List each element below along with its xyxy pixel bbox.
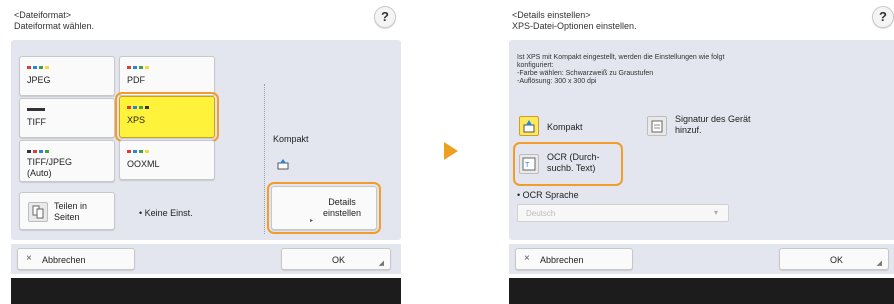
close-icon: × [524, 253, 530, 264]
chevron-right-icon: ▸ [310, 218, 314, 224]
screen-title: <Dateiformat> [14, 10, 72, 20]
details-settings-button[interactable]: Details einstellen ▸ [271, 186, 377, 230]
ocr-toggle[interactable]: T OCR (Durch-suchb. Text) [517, 146, 619, 182]
screen-title: <Details einstellen> [512, 10, 591, 20]
cancel-button[interactable]: × Abbrechen [17, 248, 135, 270]
split-pages-label: Teilen in Seiten [54, 201, 88, 222]
bottom-bar: × Abbrechen OK ◢ [509, 244, 894, 274]
ocr-language-select[interactable]: Deutsch ▾ [517, 204, 729, 222]
resize-corner-icon: ◢ [378, 260, 384, 267]
info-text: Ist XPS mit Kompakt eingestellt, werden … [517, 54, 724, 86]
format-label: TIFF [27, 117, 46, 127]
compact-toggle[interactable]: Kompakt [517, 114, 627, 138]
next-arrow-icon [444, 142, 458, 160]
cancel-label: Abbrechen [540, 255, 584, 265]
status-bar [509, 278, 894, 304]
screen-subtitle: Dateiformat wählen. [14, 21, 95, 31]
split-icon [28, 202, 48, 222]
format-label: TIFF/JPEG (Auto) [27, 157, 72, 178]
signature-toggle[interactable]: Signatur des Gerät hinzuf. [645, 110, 775, 140]
cancel-button[interactable]: × Abbrechen [515, 248, 633, 270]
info-line: Ist XPS mit Kompakt eingestellt, werden … [517, 54, 725, 61]
chevron-down-icon: ▾ [713, 208, 718, 217]
screen-subtitle: XPS-Datei-Optionen einstellen. [512, 21, 637, 31]
resize-corner-icon: ◢ [876, 260, 882, 267]
help-icon[interactable]: ? [872, 6, 894, 28]
cancel-label: Abbrechen [42, 255, 86, 265]
screen-header: <Dateiformat> Dateiformat wählen. [14, 10, 94, 32]
dateiformat-screen: <Dateiformat> Dateiformat wählen. ? JPEG… [8, 0, 404, 304]
divider [264, 84, 265, 234]
format-pdf-button[interactable]: PDF [119, 56, 215, 96]
mono-bar-icon [27, 108, 45, 111]
ocr-language-label: • OCR Sprache [517, 190, 579, 200]
details-screen: <Details einstellen> XPS-Datei-Optionen … [506, 0, 894, 304]
ocr-icon: T [519, 154, 539, 174]
split-pages-value: • Keine Einst. [139, 208, 193, 218]
info-line: -Farbe wählen: Schwarzweiß zu Graustufen [517, 70, 654, 77]
color-dots-icon [127, 66, 149, 69]
format-ooxml-button[interactable]: OOXML [119, 140, 215, 180]
ok-label: OK [830, 255, 844, 265]
ocr-language-value: Deutsch [526, 209, 556, 218]
format-tiff-button[interactable]: TIFF [19, 98, 115, 138]
compact-label: Kompakt [273, 134, 309, 144]
format-label: XPS [127, 115, 146, 125]
details-settings-label: Details einstellen [322, 197, 362, 218]
format-label: PDF [127, 75, 145, 85]
signature-label: Signatur des Gerät hinzuf. [675, 114, 751, 135]
screen-header: <Details einstellen> XPS-Datei-Optionen … [512, 10, 637, 32]
format-label: JPEG [27, 75, 51, 85]
format-jpeg-button[interactable]: JPEG [19, 56, 115, 96]
compact-icon [277, 158, 289, 170]
format-tiff-jpeg-button[interactable]: TIFF/JPEG (Auto) [19, 140, 115, 182]
compact-label: Kompakt [547, 122, 583, 132]
color-dots-icon [27, 150, 49, 153]
format-label: OOXML [127, 159, 160, 169]
ocr-label: OCR (Durch-suchb. Text) [547, 152, 600, 173]
color-dots-icon [127, 150, 149, 153]
help-icon[interactable]: ? [374, 6, 396, 28]
ok-button[interactable]: OK ◢ [779, 248, 889, 270]
status-bar [11, 278, 401, 304]
format-xps-button[interactable]: XPS [119, 96, 215, 138]
color-dots-icon [27, 66, 49, 69]
color-dots-icon [127, 106, 149, 109]
xps-options-area: Ist XPS mit Kompakt eingestellt, werden … [509, 40, 894, 240]
ok-button[interactable]: OK ◢ [281, 248, 391, 270]
info-line: konfiguriert: [517, 62, 554, 69]
close-icon: × [26, 253, 32, 264]
signature-icon [647, 116, 667, 136]
svg-text:T: T [525, 162, 530, 169]
ok-label: OK [332, 255, 346, 265]
info-line: -Auflösung: 300 x 300 dpi [517, 78, 597, 85]
split-pages-button[interactable]: Teilen in Seiten [19, 192, 115, 230]
format-selection-area: JPEG PDF TIFF XPS TIFF/JPEG (Auto) OOXML [11, 40, 401, 240]
bottom-bar: × Abbrechen OK ◢ [11, 244, 401, 274]
compact-icon [519, 116, 539, 136]
